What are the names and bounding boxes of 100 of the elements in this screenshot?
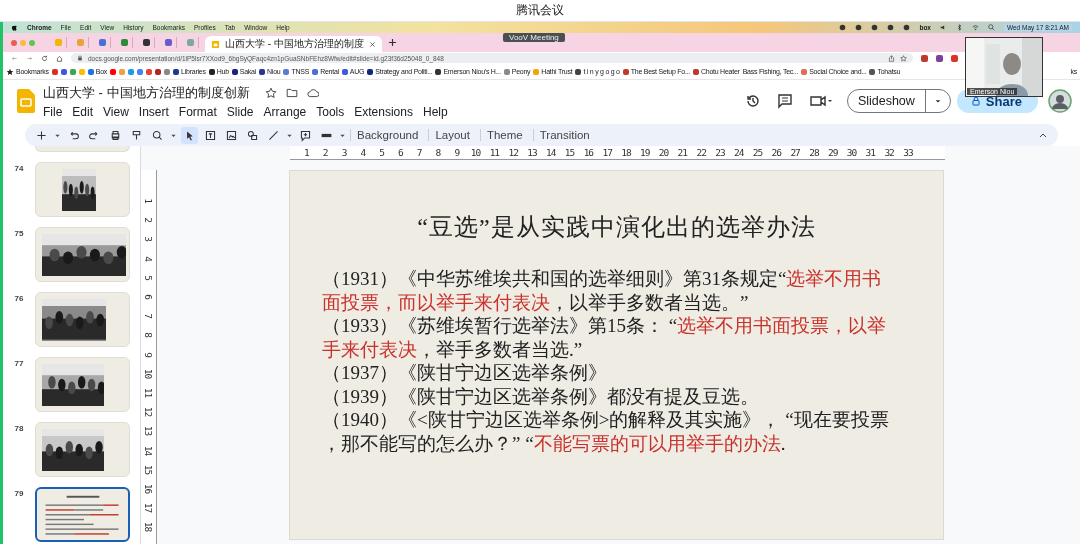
bookmark[interactable]	[164, 68, 171, 75]
toolbar-text-button[interactable]: Transition	[532, 129, 596, 141]
new-tab-icon[interactable]	[387, 38, 397, 47]
toolbar-text-button[interactable]: Theme	[479, 129, 529, 141]
slide-canvas[interactable]	[289, 170, 944, 540]
menu-item[interactable]: Tools	[316, 104, 345, 119]
comment-icon[interactable]	[776, 93, 793, 109]
ruler-mark: 16	[582, 146, 595, 159]
bookmark[interactable]	[51, 68, 58, 75]
cloud-icon[interactable]	[306, 86, 319, 99]
ruler-mark: 5	[378, 146, 386, 159]
ruler-mark: 20	[657, 146, 670, 159]
search-icon[interactable]	[987, 24, 995, 31]
ruler-mark: 3	[143, 236, 154, 242]
ruler-mark: 13	[143, 426, 154, 436]
ruler-mark: 2	[143, 217, 154, 223]
ruler-mark: 12	[143, 406, 154, 417]
ruler-mark: 17	[601, 146, 614, 159]
bookmark[interactable]	[60, 68, 67, 75]
apple-icon[interactable]	[11, 24, 18, 31]
ruler-mark: 1	[303, 146, 310, 159]
menu-item[interactable]: Format	[178, 104, 217, 119]
ruler-mark: 6	[397, 146, 404, 159]
screen-share-chip[interactable]: VooV Meeting	[503, 33, 565, 42]
menu-item[interactable]: Slide	[226, 104, 254, 119]
slide-number: 79	[13, 488, 25, 500]
image-icon	[225, 128, 238, 142]
paint-roller-icon	[130, 128, 143, 142]
reload-icon[interactable]	[41, 54, 48, 62]
ruler-mark: 10	[469, 146, 482, 159]
ruler-mark: 9	[453, 146, 461, 159]
browser-tab[interactable]: 山西大学 - 中国地方治理的制度	[205, 36, 382, 52]
ruler-mark: 7	[415, 146, 423, 159]
ruler-mark: 4	[143, 255, 154, 261]
menu-item[interactable]: Extensions	[354, 104, 413, 119]
ruler-mark: 25	[751, 146, 764, 159]
ruler-mark: 28	[808, 146, 820, 159]
ruler-mark: 30	[845, 146, 858, 159]
history-icon[interactable]	[744, 93, 761, 109]
ruler-mark: 32	[883, 146, 895, 159]
camera-icon[interactable]	[808, 93, 833, 109]
avatar-icon[interactable]	[1048, 89, 1072, 113]
ruler-mark: 19	[639, 146, 651, 159]
ruler-mark: 17	[143, 502, 154, 513]
menu-item[interactable]: Arrange	[263, 104, 307, 119]
bookmark[interactable]	[146, 68, 153, 75]
extension-icon[interactable]	[936, 54, 943, 62]
ruler-mark: 3	[340, 146, 348, 159]
ruler-mark: 1	[143, 198, 154, 203]
bookmark[interactable]	[137, 68, 144, 75]
menu-item[interactable]: View	[103, 104, 129, 119]
ruler-mark: 27	[789, 146, 801, 159]
toolbar-text-button[interactable]: Background	[350, 129, 425, 141]
ruler-mark: 24	[733, 146, 745, 159]
slide-title[interactable]: “豆选”是从实践中演化出的选举办法	[290, 211, 943, 243]
bookmark[interactable]	[110, 68, 117, 75]
menu-item[interactable]: Insert	[138, 104, 169, 119]
speaker-icon[interactable]	[939, 24, 947, 31]
bookmark[interactable]	[69, 68, 76, 75]
document-title[interactable]: 山西大学 - 中国地方治理的制度创新	[43, 83, 250, 102]
slide-paragraph[interactable]: （1940）《<陕甘宁边区选举条例>的解释及其实施》， “现在要投票 ，那不能写的怎么办？” “不能写票的可以用举手的办法.	[322, 408, 943, 455]
menu-item[interactable]: Edit	[72, 104, 94, 119]
ruler-mark: 21	[676, 146, 689, 159]
ruler-mark: 12	[507, 146, 519, 159]
ruler-mark: 11	[488, 146, 501, 159]
star-icon[interactable]	[264, 86, 277, 99]
ruler-mark: 33	[902, 146, 914, 159]
close-icon[interactable]	[368, 40, 376, 48]
star-icon[interactable]	[900, 54, 907, 62]
slide-paragraph[interactable]: （1939）《陕甘宁边区选举条例》都没有提及豆选。	[322, 384, 943, 408]
ruler-mark: 7	[143, 313, 154, 319]
ruler-mark: 14	[545, 146, 557, 159]
ruler-mark: 29	[827, 146, 839, 159]
bookmark[interactable]	[128, 68, 135, 75]
ruler-mark: 5	[143, 275, 154, 280]
extension-icon[interactable]	[921, 54, 928, 62]
ruler-mark: 13	[526, 146, 538, 159]
bookmark[interactable]	[155, 68, 162, 75]
wifi-icon[interactable]	[971, 24, 979, 31]
ruler-mark: 22	[695, 146, 707, 159]
lock-icon	[970, 96, 981, 106]
text-box-icon	[204, 128, 217, 142]
toolbar-button[interactable]	[181, 126, 198, 144]
toolbar-text-button[interactable]: Layout	[428, 129, 476, 141]
folder-icon[interactable]	[285, 86, 298, 99]
slide-paragraph[interactable]: （1937）《陕甘宁边区选举条例》	[322, 361, 943, 385]
slide-number: 75	[13, 228, 25, 240]
extension-icon[interactable]	[951, 54, 958, 62]
slide-paragraph[interactable]: （1931）《中华苏维埃共和国的选举细则》第31条规定“选举不用书 面投票，而以举手来付表决，以举手多数者当选。”	[322, 267, 943, 314]
home-icon[interactable]	[56, 54, 63, 62]
menu-item[interactable]: File	[43, 104, 63, 119]
share-icon[interactable]	[888, 54, 895, 62]
menu-item[interactable]: Help	[422, 104, 448, 119]
bluetooth-icon[interactable]	[955, 24, 963, 31]
meeting-title: 腾讯会议	[516, 2, 564, 19]
slide-paragraph[interactable]: （1933）《苏维埃暂行选举法》第15条： “选举不用书面投票，以举 手来付表决，举手多数者当选.”	[322, 314, 943, 361]
ruler-mark: 15	[563, 146, 576, 159]
slide-number: 74	[13, 163, 25, 175]
caret-icon[interactable]	[933, 97, 942, 105]
plus-icon	[35, 128, 48, 142]
